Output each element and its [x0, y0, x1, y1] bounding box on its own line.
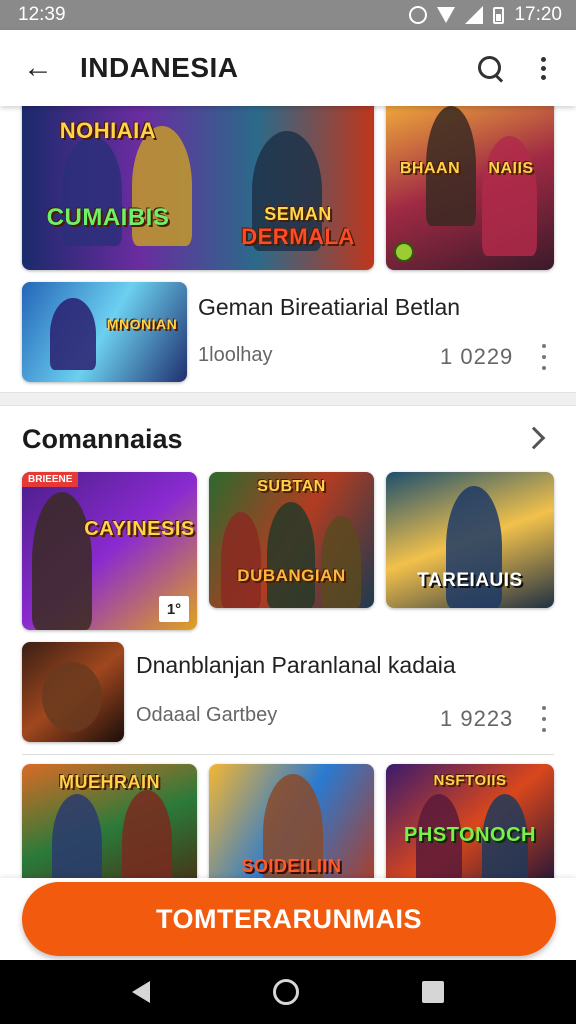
- content-scroll[interactable]: NOHIAIA CUMAIBIS SEMAN DERMALA BHAAN NAI…: [0, 106, 576, 878]
- game-card-title: NOHIAIA: [59, 118, 157, 143]
- thumbnail-title: MNONIAN: [106, 316, 178, 332]
- game-card[interactable]: BHAAN NAIIS: [386, 106, 554, 270]
- back-arrow-icon[interactable]: ←: [18, 48, 58, 88]
- section-separator: [0, 392, 576, 406]
- game-card-title: TAREIAUIS: [417, 570, 523, 591]
- list-item-count: 1 9223: [440, 706, 514, 731]
- new-badge: BRIEENE: [22, 472, 79, 487]
- game-card-title: SUBTAN: [257, 478, 326, 495]
- character-art: [267, 502, 315, 608]
- list-item-more-icon[interactable]: [539, 706, 549, 732]
- game-card[interactable]: MUEHRAIN: [22, 764, 197, 878]
- game-card-title: DERMALA: [241, 224, 355, 249]
- status-bar: 12:39 17:20: [0, 0, 576, 30]
- wifi-icon: [437, 7, 456, 23]
- cta-bar: TOMTERARUNMAIS: [0, 878, 576, 960]
- game-card[interactable]: SUBTAN DUBANGIAN: [209, 472, 374, 608]
- signal-icon: [465, 6, 484, 24]
- character-art: [50, 298, 96, 370]
- game-card-title: PHSTONOCH: [404, 824, 536, 846]
- status-icons: 17:20: [409, 4, 562, 26]
- search-icon[interactable]: [470, 48, 510, 88]
- game-card[interactable]: SOIDEILIIN: [209, 764, 374, 878]
- game-card-title: CAYINESIS: [84, 518, 195, 540]
- game-card[interactable]: BRIEENE CAYINESIS 1°: [22, 472, 197, 630]
- battery-icon: [493, 6, 505, 24]
- divider: [22, 754, 554, 755]
- thumbnail-art: [22, 282, 187, 382]
- character-art: [321, 516, 361, 608]
- character-art: [482, 136, 537, 256]
- primary-action-button[interactable]: TOMTERARUNMAIS: [22, 882, 556, 956]
- list-item-count: 1 0229: [440, 344, 514, 369]
- character-art: [32, 492, 92, 630]
- coin-icon: [394, 242, 414, 262]
- nav-back-icon[interactable]: [131, 981, 150, 1003]
- game-card-title: NAIIS: [488, 160, 534, 177]
- status-time-left: 12:39: [18, 4, 66, 25]
- nav-recents-icon[interactable]: [422, 981, 445, 1003]
- rank-badge: 1°: [159, 596, 189, 622]
- game-card-title: SEMAN: [264, 204, 332, 224]
- game-card[interactable]: TAREIAUIS: [386, 472, 554, 608]
- list-item-more-icon[interactable]: [539, 344, 549, 370]
- more-options-icon[interactable]: [528, 48, 558, 88]
- page-title: INDANESIA: [80, 52, 239, 83]
- game-card-title: DUBANGIAN: [237, 566, 346, 585]
- game-card[interactable]: NSFTOIIS PHSTONOCH: [386, 764, 554, 878]
- game-card-title: SOIDEILIIN: [241, 856, 342, 876]
- game-card-title: NSFTOIIS: [433, 772, 507, 789]
- nav-home-icon[interactable]: [272, 979, 299, 1005]
- game-card[interactable]: NOHIAIA CUMAIBIS SEMAN DERMALA: [22, 106, 374, 270]
- game-card-title: MUEHRAIN: [59, 772, 160, 792]
- section-title: Comannaias: [22, 424, 183, 454]
- chevron-right-icon[interactable]: [522, 426, 546, 450]
- list-item-title[interactable]: Geman Bireatiarial Betlan: [198, 294, 460, 321]
- character-art: [42, 662, 102, 732]
- alarm-icon: [409, 6, 428, 24]
- list-item-meta: 1loolhay: [198, 344, 273, 366]
- list-item-title[interactable]: Dnanblanjan Paranlanal kadaia: [136, 652, 456, 679]
- app-bar: ← INDANESIA: [0, 30, 576, 106]
- list-item-thumbnail[interactable]: MNONIAN: [22, 282, 187, 382]
- system-nav-bar: [0, 960, 576, 1024]
- list-item-meta: Odaaal Gartbey: [136, 704, 278, 726]
- game-card-title: BHAAN: [399, 160, 461, 177]
- list-item-thumbnail[interactable]: [22, 642, 124, 742]
- character-art: [221, 512, 261, 608]
- status-time-right: 17:20: [514, 4, 562, 25]
- game-card-title: CUMAIBIS: [46, 204, 170, 231]
- app-actions: [470, 48, 558, 88]
